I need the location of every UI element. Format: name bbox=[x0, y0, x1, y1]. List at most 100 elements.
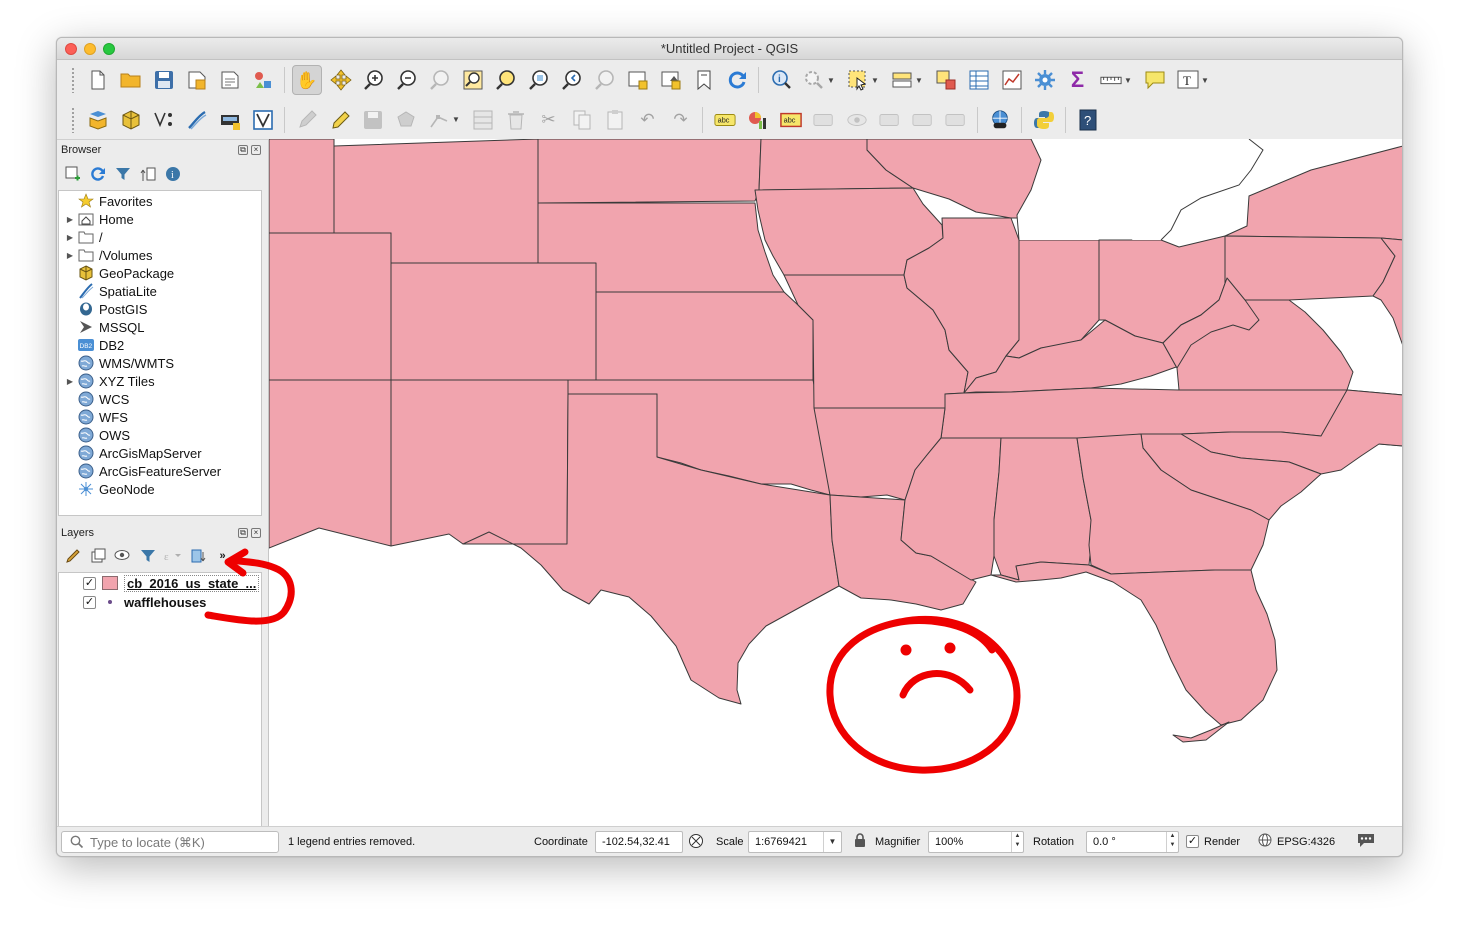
expand-arrow-icon[interactable]: ▶ bbox=[63, 251, 77, 260]
redo-button[interactable]: ↷ bbox=[664, 104, 697, 136]
browser-item-ows[interactable]: OWS bbox=[59, 426, 261, 444]
browser-item-mssql[interactable]: MSSQL bbox=[59, 318, 261, 336]
new-3d-view-button[interactable] bbox=[654, 64, 687, 96]
show-hide-labels-button[interactable] bbox=[840, 104, 873, 136]
zoom-out-button[interactable] bbox=[390, 64, 423, 96]
zoom-to-layer-button[interactable] bbox=[522, 64, 555, 96]
save-edits-button[interactable] bbox=[356, 104, 389, 136]
diagram-tool-button[interactable] bbox=[741, 104, 774, 136]
plugin-manager-button[interactable] bbox=[983, 104, 1016, 136]
filter-by-expression-icon[interactable]: ε bbox=[163, 546, 182, 565]
extents-toggle-icon[interactable] bbox=[688, 833, 704, 852]
close-window-button[interactable] bbox=[65, 43, 77, 55]
browser-item-wfs[interactable]: WFS bbox=[59, 408, 261, 426]
python-console-button[interactable] bbox=[1027, 104, 1060, 136]
attribute-table-button[interactable] bbox=[962, 64, 995, 96]
expand-arrow-icon[interactable]: ▶ bbox=[63, 215, 77, 224]
spin-arrows-icon[interactable]: ▲ ▼ bbox=[1166, 832, 1178, 852]
bookmark-new-button[interactable] bbox=[687, 64, 720, 96]
minimize-window-button[interactable] bbox=[84, 43, 96, 55]
maximize-window-button[interactable] bbox=[103, 43, 115, 55]
layer-item[interactable]: ✓ wafflehouses bbox=[59, 593, 261, 611]
browser-item-volumes[interactable]: ▶ /Volumes bbox=[59, 246, 261, 264]
delete-selected-button[interactable] bbox=[499, 104, 532, 136]
locator-bar[interactable] bbox=[61, 831, 279, 853]
save-project-button[interactable] bbox=[147, 64, 180, 96]
locator-input[interactable] bbox=[90, 834, 270, 850]
zoom-full-button[interactable] bbox=[456, 64, 489, 96]
refresh-button[interactable] bbox=[720, 64, 753, 96]
deselect-button[interactable] bbox=[929, 64, 962, 96]
actions-button[interactable]: ▼ bbox=[797, 64, 841, 96]
browser-item-arcgisfeatureserver[interactable]: ArcGisFeatureServer bbox=[59, 462, 261, 480]
new-geopackage-layer-button[interactable] bbox=[114, 104, 147, 136]
browser-item-home[interactable]: ▶ Home bbox=[59, 210, 261, 228]
float-panel-button[interactable]: ⧉ bbox=[238, 528, 248, 538]
cut-features-button[interactable]: ✂ bbox=[532, 104, 565, 136]
browser-item-postgis[interactable]: PostGIS bbox=[59, 300, 261, 318]
layers-list[interactable]: ✓ cb_2016_us_state_... ✓ wafflehouses bbox=[58, 572, 262, 828]
digitize-button[interactable] bbox=[290, 104, 323, 136]
new-shapefile-layer-button[interactable] bbox=[147, 104, 180, 136]
zoom-to-selection-button[interactable] bbox=[489, 64, 522, 96]
toolbar-grip[interactable] bbox=[71, 106, 75, 133]
style-manager-button[interactable] bbox=[246, 64, 279, 96]
rotation-spinbox[interactable]: 0.0 ° ▲ ▼ bbox=[1086, 831, 1179, 853]
map-canvas[interactable] bbox=[268, 139, 1402, 828]
new-map-view-button[interactable] bbox=[621, 64, 654, 96]
new-spatialite-button[interactable] bbox=[180, 104, 213, 136]
label-tool-button[interactable]: abc bbox=[708, 104, 741, 136]
info-icon[interactable]: i bbox=[163, 164, 182, 183]
browser-item-spatialite[interactable]: SpatiaLite bbox=[59, 282, 261, 300]
render-checkbox[interactable]: ✓ bbox=[1186, 835, 1199, 848]
collapse-all-icon[interactable] bbox=[138, 164, 157, 183]
more-tools-icon[interactable]: » bbox=[213, 546, 232, 565]
crs-button[interactable]: EPSG:4326 bbox=[1277, 836, 1335, 848]
float-panel-button[interactable]: ⧉ bbox=[238, 145, 248, 155]
pan-to-selection-button[interactable] bbox=[324, 64, 357, 96]
toolbox-button[interactable] bbox=[1028, 64, 1061, 96]
pin-labels-button[interactable] bbox=[807, 104, 840, 136]
zoom-last-button[interactable] bbox=[555, 64, 588, 96]
close-panel-button[interactable]: × bbox=[251, 528, 261, 538]
expand-arrow-icon[interactable]: ▶ bbox=[63, 377, 77, 386]
browser-item-arcgismapserver[interactable]: ArcGisMapServer bbox=[59, 444, 261, 462]
new-project-button[interactable] bbox=[81, 64, 114, 96]
zoom-native-button[interactable] bbox=[423, 64, 456, 96]
save-as-button[interactable] bbox=[180, 64, 213, 96]
manage-visibility-icon[interactable] bbox=[113, 546, 132, 565]
spin-arrows-icon[interactable]: ▲ ▼ bbox=[1011, 832, 1023, 852]
zoom-in-button[interactable] bbox=[357, 64, 390, 96]
vertex-tool-button[interactable]: ▼ bbox=[422, 104, 466, 136]
field-calculator-button[interactable]: Σ bbox=[1061, 64, 1094, 96]
add-group-icon[interactable] bbox=[88, 546, 107, 565]
move-label-button[interactable] bbox=[873, 104, 906, 136]
close-panel-button[interactable]: × bbox=[251, 145, 261, 155]
coordinate-field[interactable]: -102.54,32.41 bbox=[595, 831, 683, 853]
chevron-down-icon[interactable]: ▼ bbox=[823, 832, 841, 852]
highlight-labels-button[interactable]: abc bbox=[774, 104, 807, 136]
browser-item-xyz-tiles[interactable]: ▶ XYZ Tiles bbox=[59, 372, 261, 390]
new-temporary-layer-button[interactable] bbox=[213, 104, 246, 136]
undo-button[interactable]: ↶ bbox=[631, 104, 664, 136]
statistics-button[interactable] bbox=[995, 64, 1028, 96]
messages-icon[interactable] bbox=[1357, 832, 1375, 851]
toggle-editing-button[interactable] bbox=[323, 104, 356, 136]
select-by-value-button[interactable]: ▼ bbox=[885, 64, 929, 96]
print-layout-button[interactable] bbox=[213, 64, 246, 96]
open-project-button[interactable] bbox=[114, 64, 147, 96]
lock-icon[interactable] bbox=[854, 833, 866, 850]
select-features-button[interactable]: ▼ bbox=[841, 64, 885, 96]
pan-button[interactable]: ✋ bbox=[292, 65, 322, 95]
browser-item-geonode[interactable]: GeoNode bbox=[59, 480, 261, 498]
browser-item-wcs[interactable]: WCS bbox=[59, 390, 261, 408]
rotate-label-button[interactable] bbox=[906, 104, 939, 136]
expand-arrow-icon[interactable]: ▶ bbox=[63, 233, 77, 242]
browser-item-[interactable]: ▶ / bbox=[59, 228, 261, 246]
layer-visibility-checkbox[interactable]: ✓ bbox=[83, 595, 96, 609]
help-button[interactable]: ? bbox=[1071, 104, 1104, 136]
layer-visibility-checkbox[interactable]: ✓ bbox=[83, 576, 96, 590]
browser-item-geopackage[interactable]: GeoPackage bbox=[59, 264, 261, 282]
browser-item-favorites[interactable]: Favorites bbox=[59, 192, 261, 210]
paste-features-button[interactable] bbox=[598, 104, 631, 136]
